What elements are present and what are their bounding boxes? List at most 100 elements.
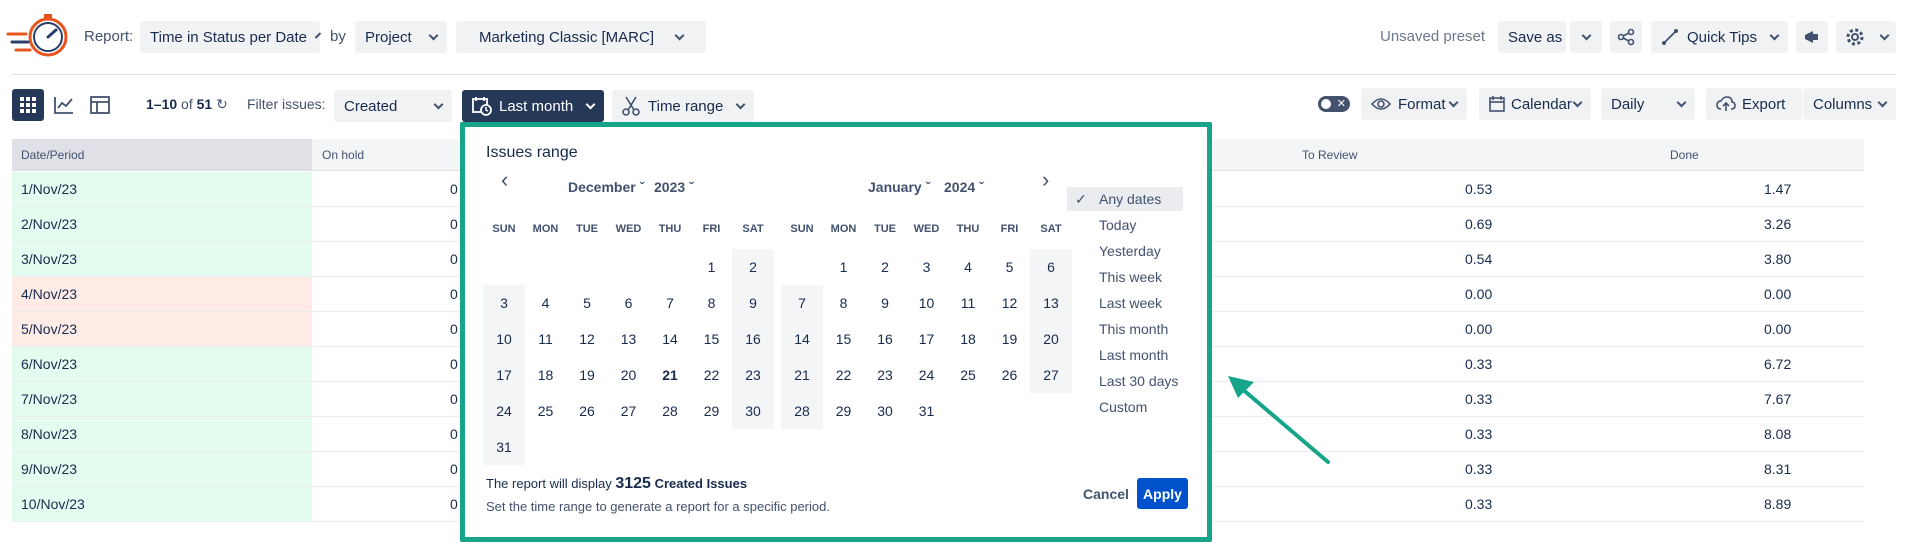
calendar-day[interactable]: 1 — [823, 249, 865, 285]
calendar-day[interactable]: 26 — [989, 357, 1031, 393]
calendar-day[interactable]: 20 — [608, 357, 650, 393]
calendar-day[interactable]: 5 — [989, 249, 1031, 285]
preset-option[interactable]: Custom — [1077, 395, 1193, 419]
calendar-day[interactable]: 29 — [691, 393, 733, 429]
calendar-day[interactable]: 25 — [525, 393, 567, 429]
calendar-day[interactable]: 10 — [483, 321, 525, 357]
calendar-day[interactable]: 1 — [691, 249, 733, 285]
preset-option[interactable]: This week — [1077, 265, 1193, 289]
calendar-day[interactable]: 28 — [781, 393, 823, 429]
calendar-day[interactable]: 25 — [947, 357, 989, 393]
calendar-day[interactable]: 12 — [989, 285, 1031, 321]
preset-option[interactable]: Last 30 days — [1077, 369, 1193, 393]
calendar-day[interactable]: 23 — [864, 357, 906, 393]
calendar-day[interactable]: 19 — [566, 357, 608, 393]
save-as-button[interactable]: Save as — [1498, 21, 1566, 53]
group-by-select[interactable]: Project — [355, 21, 447, 53]
calendar-day[interactable]: 2 — [732, 249, 774, 285]
preset-option[interactable]: ✓ Any dates — [1067, 187, 1183, 211]
calendar-day[interactable]: 18 — [947, 321, 989, 357]
calendar-day[interactable]: 3 — [483, 285, 525, 321]
pivot-view-button[interactable] — [84, 89, 116, 121]
calendar-day[interactable]: 13 — [608, 321, 650, 357]
columns-button[interactable]: Columns — [1803, 88, 1896, 120]
save-options-button[interactable] — [1570, 21, 1602, 53]
settings-button[interactable] — [1836, 21, 1896, 53]
calendar-day[interactable]: 5 — [566, 285, 608, 321]
calendar-day[interactable]: 8 — [691, 285, 733, 321]
granularity-select[interactable]: Daily — [1601, 88, 1695, 120]
share-button[interactable] — [1610, 21, 1642, 53]
calendar-day[interactable]: 2 — [864, 249, 906, 285]
calendar-day[interactable]: 12 — [566, 321, 608, 357]
calendar-day[interactable]: 30 — [732, 393, 774, 429]
toggle-switch[interactable]: ✕ — [1318, 96, 1350, 112]
calendar-day[interactable]: 11 — [947, 285, 989, 321]
calendar-day[interactable]: 14 — [781, 321, 823, 357]
calendar-day[interactable]: 24 — [483, 393, 525, 429]
next-month-button[interactable]: › — [1042, 167, 1049, 193]
column-header-done[interactable]: Done — [1670, 148, 1699, 162]
calendar-day[interactable]: 3 — [906, 249, 948, 285]
calendar-button[interactable]: Calendar — [1479, 88, 1591, 120]
calendar-day[interactable]: 27 — [1030, 357, 1072, 393]
grid-view-button[interactable] — [12, 89, 44, 121]
calendar-day[interactable]: 29 — [823, 393, 865, 429]
calendar-day[interactable]: 21 — [649, 357, 691, 393]
calendar-day[interactable]: 13 — [1030, 285, 1072, 321]
calendar-day[interactable]: 16 — [864, 321, 906, 357]
apply-button[interactable]: Apply — [1137, 478, 1188, 509]
calendar-day[interactable]: 10 — [906, 285, 948, 321]
column-header-date[interactable]: Date/Period — [21, 148, 84, 162]
left-year-select[interactable]: 2023 ˇ — [654, 179, 694, 195]
prev-month-button[interactable]: ‹ — [501, 167, 508, 193]
calendar-day[interactable]: 7 — [781, 285, 823, 321]
calendar-day[interactable]: 14 — [649, 321, 691, 357]
calendar-day[interactable]: 7 — [649, 285, 691, 321]
format-button[interactable]: Format — [1361, 88, 1467, 120]
report-type-select[interactable]: Time in Status per Date — [140, 21, 322, 53]
project-select[interactable]: Marketing Classic [MARC] — [456, 21, 706, 53]
calendar-day[interactable]: 18 — [525, 357, 567, 393]
preset-option[interactable]: This month — [1077, 317, 1193, 341]
preset-option[interactable]: Today — [1077, 213, 1193, 237]
calendar-day[interactable]: 4 — [947, 249, 989, 285]
calendar-day[interactable]: 22 — [823, 357, 865, 393]
calendar-day[interactable]: 8 — [823, 285, 865, 321]
right-month-select[interactable]: January ˇ — [868, 179, 930, 195]
calendar-day[interactable]: 6 — [608, 285, 650, 321]
announcements-button[interactable] — [1796, 21, 1828, 53]
column-header-to-review[interactable]: To Review — [1302, 148, 1357, 162]
calendar-day[interactable]: 23 — [732, 357, 774, 393]
right-year-select[interactable]: 2024 ˇ — [944, 179, 984, 195]
calendar-day[interactable]: 15 — [823, 321, 865, 357]
column-header-on-hold[interactable]: On hold — [322, 148, 364, 162]
calendar-day[interactable]: 22 — [691, 357, 733, 393]
calendar-day[interactable]: 31 — [483, 429, 525, 465]
calendar-day[interactable]: 17 — [483, 357, 525, 393]
period-select-button[interactable]: Last month — [462, 90, 604, 122]
calendar-day[interactable]: 28 — [649, 393, 691, 429]
calendar-day[interactable]: 31 — [906, 393, 948, 429]
calendar-day[interactable]: 26 — [566, 393, 608, 429]
calendar-day[interactable]: 9 — [732, 285, 774, 321]
calendar-day[interactable]: 6 — [1030, 249, 1072, 285]
export-button[interactable]: Export — [1706, 88, 1802, 120]
calendar-day[interactable]: 11 — [525, 321, 567, 357]
calendar-day[interactable]: 27 — [608, 393, 650, 429]
calendar-day[interactable]: 30 — [864, 393, 906, 429]
filter-field-select[interactable]: Created — [334, 90, 452, 122]
calendar-day[interactable]: 21 — [781, 357, 823, 393]
preset-option[interactable]: Yesterday — [1077, 239, 1193, 263]
calendar-day[interactable]: 4 — [525, 285, 567, 321]
calendar-day[interactable]: 16 — [732, 321, 774, 357]
preset-option[interactable]: Last month — [1077, 343, 1193, 367]
preset-option[interactable]: Last week — [1077, 291, 1193, 315]
time-range-button[interactable]: Time range — [612, 90, 754, 122]
quick-tips-button[interactable]: Quick Tips — [1651, 21, 1788, 53]
refresh-icon[interactable]: ↻ — [216, 96, 228, 112]
chart-view-button[interactable] — [48, 89, 80, 121]
calendar-day[interactable]: 20 — [1030, 321, 1072, 357]
calendar-day[interactable]: 19 — [989, 321, 1031, 357]
cancel-button[interactable]: Cancel — [1083, 486, 1129, 502]
